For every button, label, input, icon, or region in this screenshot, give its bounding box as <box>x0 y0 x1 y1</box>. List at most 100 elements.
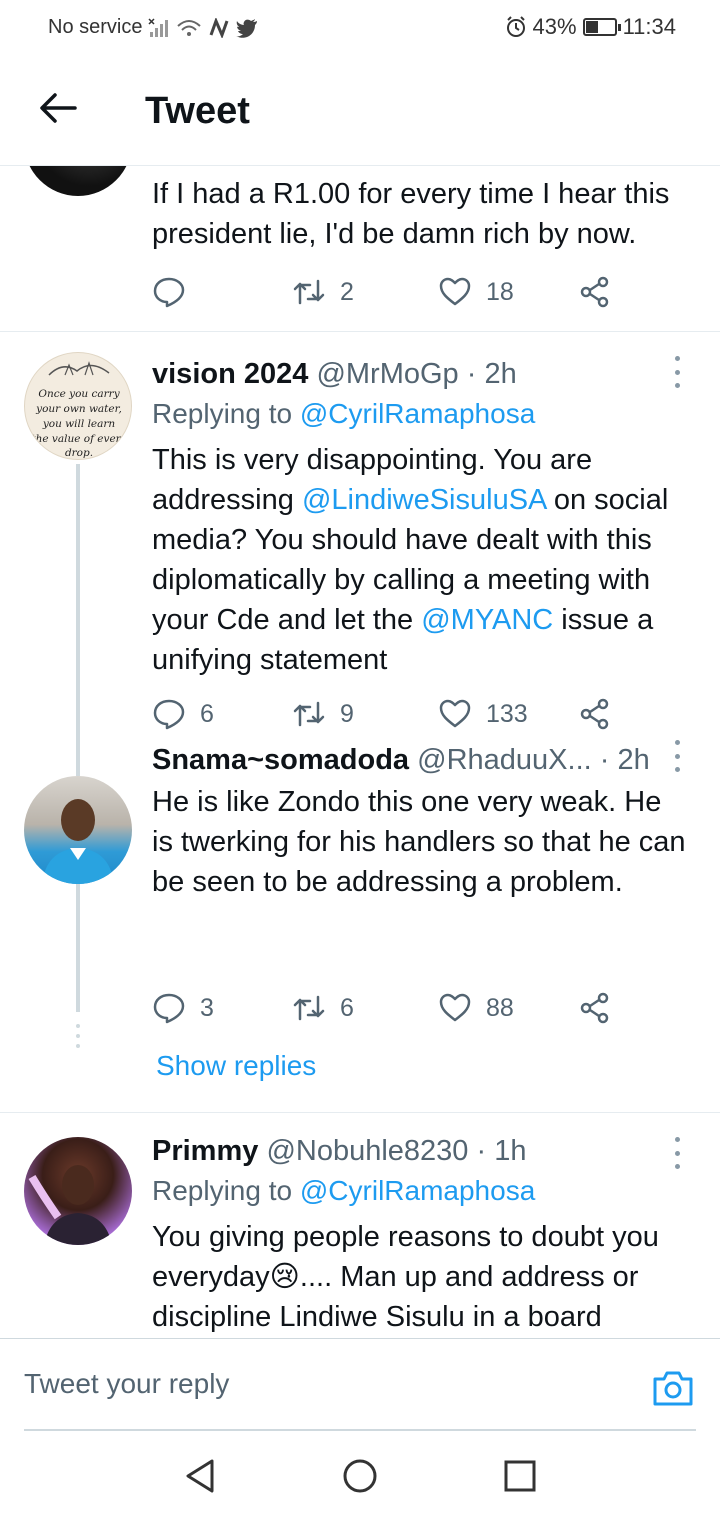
page-title: Tweet <box>145 90 250 132</box>
user-handle[interactable]: @MrMoGp <box>316 358 458 390</box>
status-right: 43% 11:34 <box>505 14 676 40</box>
tweet-meta: vision 2024 @MrMoGp · 2h <box>152 354 660 394</box>
top-app-bar: Tweet <box>0 56 720 166</box>
retweet-icon <box>293 701 325 727</box>
person-photo-icon <box>28 1165 112 1245</box>
share-button[interactable] <box>578 272 612 312</box>
square-recents-icon <box>504 1460 536 1492</box>
replying-label: Replying to <box>152 1175 293 1206</box>
tweet-actions: 6 9 133 <box>152 694 622 734</box>
alarm-icon <box>506 16 525 37</box>
display-name[interactable]: vision 2024 <box>152 358 308 390</box>
tweet-time: · 2h <box>599 744 650 776</box>
show-replies-link[interactable]: Show replies <box>156 1050 316 1082</box>
reply-count: 3 <box>200 993 214 1022</box>
svg-text:you will learn: you will learn <box>42 418 116 430</box>
status-bar: No service 43% 11:34 <box>0 0 720 56</box>
system-nav-bar <box>0 1430 720 1520</box>
retweet-button[interactable]: 2 <box>292 272 354 312</box>
like-count: 18 <box>486 277 514 306</box>
replying-to: Replying to @CyrilRamaphosa <box>152 394 690 434</box>
retweet-count: 9 <box>340 699 354 728</box>
avatar[interactable] <box>24 776 132 884</box>
avatar[interactable] <box>24 166 132 196</box>
heart-icon <box>439 277 471 306</box>
like-count: 88 <box>486 993 514 1022</box>
nfc-icon <box>210 17 229 38</box>
more-options-button[interactable] <box>670 740 684 772</box>
carrier-text: No service <box>48 16 143 38</box>
tweet-feed[interactable]: If I had a R1.00 for every time I hear t… <box>0 166 720 1338</box>
retweet-count: 2 <box>340 277 354 306</box>
svg-text:your own water,: your own water, <box>35 403 122 415</box>
tweet-text: He is like Zondo this one very weak. He … <box>152 786 686 898</box>
share-icon <box>580 276 609 308</box>
back-button[interactable] <box>36 86 80 130</box>
display-name[interactable]: Snama~somadoda <box>152 744 409 776</box>
mention-link[interactable]: @CyrilRamaphosa <box>300 398 535 429</box>
reply-button[interactable] <box>152 272 200 312</box>
tweet-time: · 1h <box>476 1135 527 1167</box>
person-photo-icon <box>42 799 114 884</box>
tweet-meta: Primmy @Nobuhle8230 · 1h <box>152 1131 660 1171</box>
tweet-item[interactable]: Primmy @Nobuhle8230 · 1h Replying to @Cy… <box>0 1113 720 1338</box>
no-signal-icon <box>148 17 169 37</box>
speech-bubble-icon <box>153 993 185 1024</box>
svg-text:Once you carry: Once you carry <box>38 388 120 400</box>
nav-recents-button[interactable] <box>502 1458 538 1494</box>
reply-input[interactable] <box>24 1339 624 1429</box>
more-options-button[interactable] <box>670 1137 684 1169</box>
status-left: No service <box>48 16 258 39</box>
user-handle[interactable]: @RhaduuX... <box>417 744 592 776</box>
heart-icon <box>439 699 471 728</box>
reply-button[interactable]: 6 <box>152 694 214 734</box>
thread-line <box>76 884 80 1012</box>
speech-bubble-icon <box>153 277 185 308</box>
replying-to: Replying to @CyrilRamaphosa <box>152 1171 690 1211</box>
tweet-item[interactable]: Once you carry your own water, you will … <box>0 332 720 742</box>
share-button[interactable] <box>578 988 612 1028</box>
battery-fill <box>585 21 598 33</box>
tweet-item[interactable]: Snama~somadoda @RhaduuX... · 2h He is li… <box>0 740 720 1112</box>
reply-button[interactable]: 3 <box>152 988 214 1028</box>
share-button[interactable] <box>578 694 612 734</box>
retweet-icon <box>293 995 325 1021</box>
more-options-button[interactable] <box>670 356 684 388</box>
retweet-button[interactable]: 6 <box>292 988 354 1028</box>
reply-composer <box>0 1338 720 1431</box>
arrow-left-icon <box>40 93 77 123</box>
circle-home-icon <box>343 1459 377 1493</box>
like-button[interactable]: 88 <box>438 988 514 1028</box>
display-name[interactable]: Primmy <box>152 1135 258 1167</box>
mention-link[interactable]: @MYANC <box>421 604 553 636</box>
reply-count: 6 <box>200 699 214 728</box>
retweet-button[interactable]: 9 <box>292 694 354 734</box>
nav-back-button[interactable] <box>182 1458 218 1494</box>
speech-bubble-icon <box>153 699 185 730</box>
crying-face-emoji-icon: 😢 <box>269 1261 300 1293</box>
tweet-actions: 3 6 88 <box>152 988 622 1028</box>
like-button[interactable]: 133 <box>438 694 528 734</box>
tweet-item[interactable]: If I had a R1.00 for every time I hear t… <box>0 166 720 331</box>
camera-icon <box>653 1371 693 1406</box>
heart-icon <box>439 993 471 1022</box>
mention-link[interactable]: @CyrilRamaphosa <box>300 1175 535 1206</box>
retweet-icon <box>293 279 325 305</box>
clock: 11:34 <box>622 14 676 39</box>
thread-more-dots <box>74 1024 82 1048</box>
thread-line <box>76 464 80 742</box>
like-button[interactable]: 18 <box>438 272 514 312</box>
svg-text:the value of every: the value of every <box>31 433 127 445</box>
avatar[interactable] <box>24 1137 132 1245</box>
triangle-back-icon <box>186 1459 214 1493</box>
nav-home-button[interactable] <box>342 1458 378 1494</box>
battery-icon <box>582 18 621 36</box>
avatar[interactable]: Once you carry your own water, you will … <box>24 352 132 460</box>
camera-button[interactable] <box>652 1369 694 1407</box>
mention-link[interactable]: @LindiweSisuluSA <box>302 484 546 516</box>
tweet-actions: 2 18 <box>152 272 622 312</box>
retweet-count: 6 <box>340 993 354 1022</box>
battery-percent: 43% <box>532 14 577 39</box>
user-handle[interactable]: @Nobuhle8230 <box>266 1135 468 1167</box>
tweet-text: This is very disappointing. You are addr… <box>152 440 690 680</box>
